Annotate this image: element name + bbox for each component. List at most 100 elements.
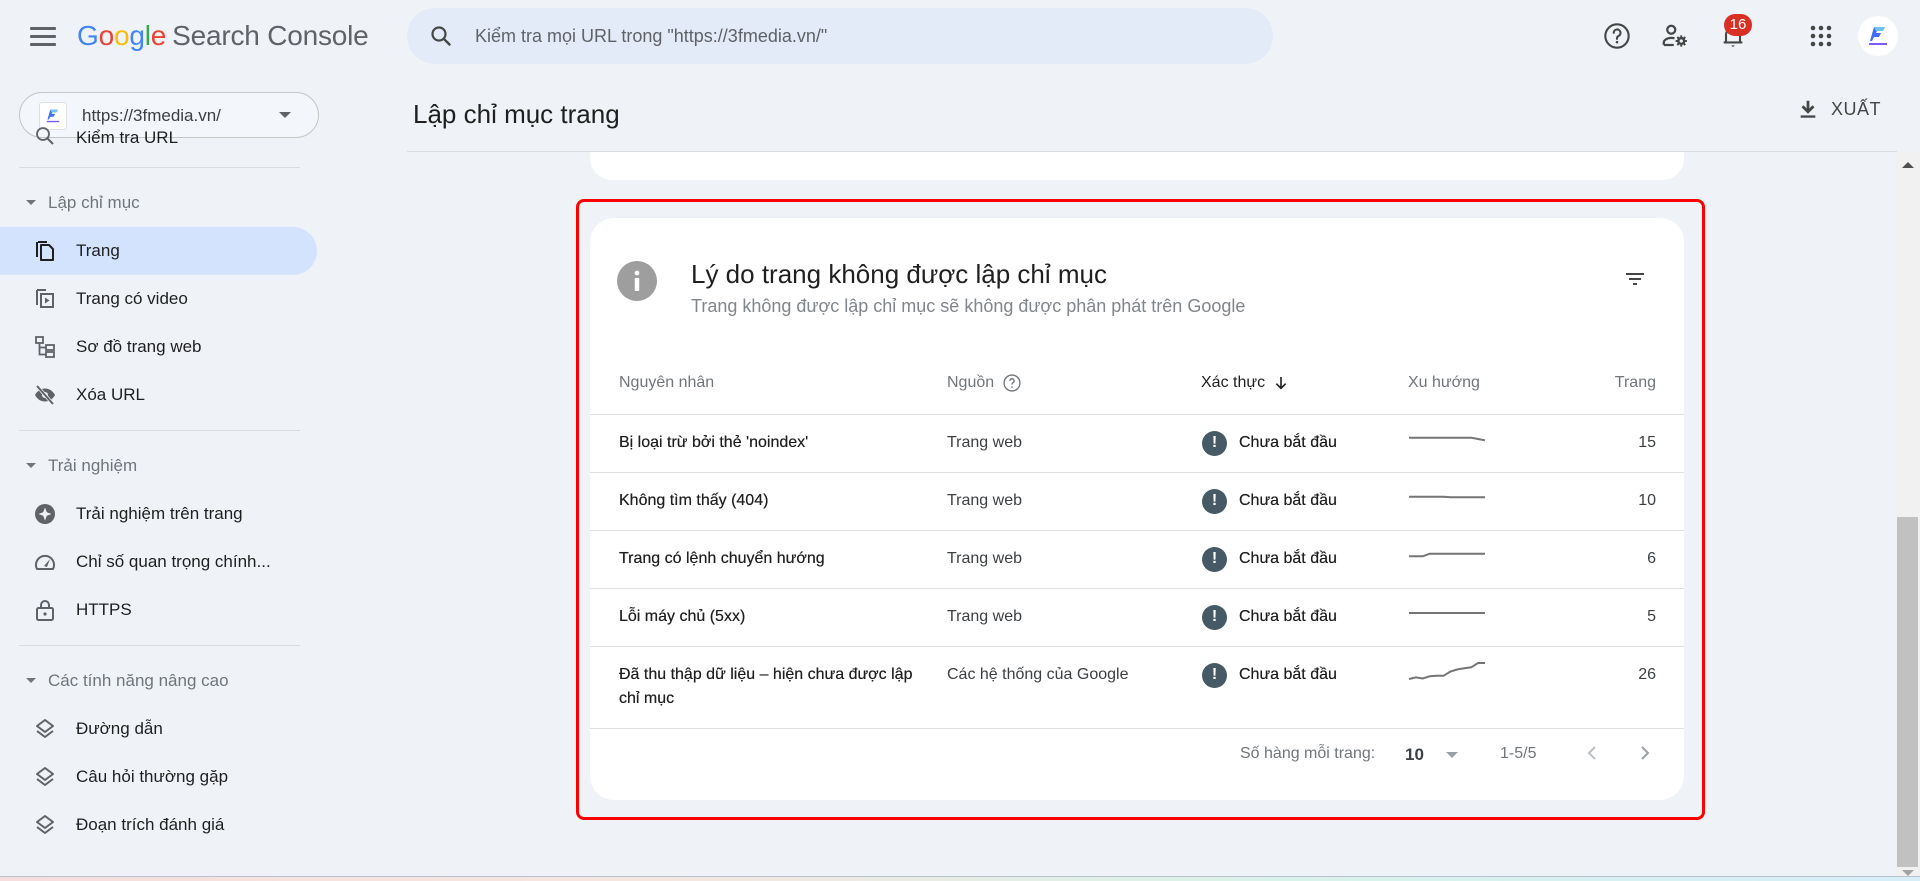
trend-line xyxy=(1408,661,1485,680)
source-cell: Trang web xyxy=(947,472,1201,531)
sidebar-group-indexing[interactable]: Lập chỉ mục xyxy=(0,179,320,227)
sidebar-item-video-pages[interactable]: Trang có video xyxy=(0,275,317,323)
column-header-pages[interactable]: Trang xyxy=(1548,352,1684,415)
filter-icon[interactable] xyxy=(1620,264,1650,294)
validation-cell: ! Chưa bắt đầu xyxy=(1201,414,1408,473)
reason-cell: Trang có lệnh chuyển hướng xyxy=(590,530,947,589)
validation-status: ! Chưa bắt đầu xyxy=(1201,546,1408,572)
sidebar-group-enhancements[interactable]: Các tính năng nâng cao xyxy=(0,657,320,705)
reason-cell: Đã thu thập dữ liệu – hiện chưa được lập… xyxy=(590,646,947,729)
layers-icon xyxy=(36,719,54,738)
previous-page-button[interactable] xyxy=(1576,737,1608,769)
logo-letter: g xyxy=(129,20,145,51)
card-subtitle: Trang không được lập chỉ mục sẽ không đư… xyxy=(691,296,1246,316)
sidebar-item-review-snippets[interactable]: Đoạn trích đánh giá xyxy=(0,801,317,849)
taskbar-edge xyxy=(0,876,1920,881)
pages-count-cell-text: 6 xyxy=(1647,549,1656,567)
pagination-range: 1-5/5 xyxy=(1500,745,1537,762)
url-inspection-input[interactable] xyxy=(475,8,1235,64)
search-icon xyxy=(36,127,54,145)
table-row[interactable]: Không tìm thấy (404) Trang web! Chưa bắt đ… xyxy=(590,472,1684,531)
scrollbar-thumb[interactable] xyxy=(1897,517,1918,867)
scroll-up-arrow-icon[interactable] xyxy=(1902,162,1914,168)
sidebar-item-sitemaps[interactable]: Sơ đồ trang web xyxy=(0,323,317,371)
rows-per-page-value: 10 xyxy=(1405,745,1424,764)
reason-cell-text: Bị loại trừ bởi thẻ 'noindex' xyxy=(619,433,809,451)
group-label: Trải nghiệm xyxy=(48,456,138,475)
apps-grid-icon[interactable] xyxy=(1803,18,1839,54)
table-row[interactable]: Bị loại trừ bởi thẻ 'noindex' Trang web ! C… xyxy=(590,414,1684,473)
export-button[interactable]: XUẤT xyxy=(1797,98,1881,120)
pages-count-cell: 6 xyxy=(1548,530,1684,589)
reason-cell-text: Đã thu thập dữ liệu – hiện chưa được lập… xyxy=(619,665,913,707)
reason-cell: Bị loại trừ bởi thẻ 'noindex' xyxy=(590,414,947,473)
search-icon xyxy=(431,26,451,46)
core-web-vitals-icon xyxy=(35,554,55,570)
export-label: XUẤT xyxy=(1831,98,1882,119)
chevron-left-icon xyxy=(1587,746,1596,760)
brand-logo-icon xyxy=(1869,27,1887,45)
source-cell-text: Trang web xyxy=(947,433,1022,451)
validation-cell: ! Chưa bắt đầu xyxy=(1201,588,1408,647)
chevron-down-icon xyxy=(279,112,291,118)
group-label: Lập chỉ mục xyxy=(48,193,140,212)
sidebar-item-core-web-vitals[interactable]: Chỉ số quan trọng chính... xyxy=(0,538,317,586)
sidebar-item-label: HTTPS xyxy=(76,600,132,619)
admin-settings-icon[interactable] xyxy=(1657,18,1693,54)
validation-status: ! Chưa bắt đầu xyxy=(1201,662,1408,688)
group-label: Các tính năng nâng cao xyxy=(48,671,229,690)
source-cell-text: Trang web xyxy=(947,549,1022,567)
validation-label: Chưa bắt đầu xyxy=(1239,608,1337,625)
trend-sparkline xyxy=(1409,436,1486,441)
sidebar-item-https[interactable]: HTTPS xyxy=(0,586,317,634)
sidebar-item-label: Xóa URL xyxy=(76,385,145,404)
main-menu-icon[interactable] xyxy=(30,24,56,48)
trend-cell xyxy=(1408,588,1548,647)
column-header-trend: Xu hướng xyxy=(1408,352,1548,415)
logo-letter: G xyxy=(77,20,99,51)
sidebar-item-url-inspection[interactable]: Kiểm tra URL xyxy=(0,126,317,156)
video-pages-icon xyxy=(36,289,54,308)
sidebar-item-breadcrumbs[interactable]: Đường dẫn xyxy=(0,705,317,753)
caret-down-icon xyxy=(26,463,36,468)
validation-label: Chưa bắt đầu xyxy=(1239,492,1337,509)
sidebar-item-label: Đoạn trích đánh giá xyxy=(76,815,225,834)
url-inspection-search[interactable] xyxy=(407,8,1273,64)
logo-letter: o xyxy=(113,20,130,51)
sidebar-item-pages[interactable]: Trang xyxy=(0,227,317,275)
page-title: Lập chỉ mục trang xyxy=(413,99,620,129)
validation-status: ! Chưa bắt đầu xyxy=(1201,488,1408,514)
logo-letter: e xyxy=(150,20,167,51)
pages-count-cell: 5 xyxy=(1548,588,1684,647)
caret-down-icon xyxy=(26,200,36,205)
pages-count-cell: 26 xyxy=(1548,646,1684,729)
account-avatar[interactable] xyxy=(1858,16,1898,56)
column-header-validation[interactable]: Xác thực xyxy=(1201,352,1408,415)
sidebar-item-page-experience[interactable]: Trải nghiệm trên trang xyxy=(0,490,317,538)
divider xyxy=(19,167,300,168)
rows-per-page-select[interactable]: 10 xyxy=(1405,738,1475,770)
table-row[interactable]: Trang có lệnh chuyển hướng Trang web ! Chưa… xyxy=(590,530,1684,589)
google-search-console-logo[interactable]: Google Search Console xyxy=(77,20,369,52)
pages-count-cell: 10 xyxy=(1548,472,1684,531)
trend-line xyxy=(1409,436,1486,441)
validation-status: ! Chưa bắt đầu xyxy=(1201,430,1408,456)
help-icon[interactable] xyxy=(1599,18,1635,54)
sidebar-group-experience[interactable]: Trải nghiệm xyxy=(0,442,320,490)
sidebar-item-faq[interactable]: Câu hỏi thường gặp xyxy=(0,753,317,801)
column-header-source[interactable]: Nguồn xyxy=(947,352,1201,415)
sidebar-item-removals[interactable]: Xóa URL xyxy=(0,371,317,419)
table-row[interactable]: Lỗi máy chủ (5xx) Trang web! Chưa bắt đầu 5 xyxy=(590,588,1684,647)
main-scrollbar[interactable] xyxy=(1896,152,1920,881)
next-page-button[interactable] xyxy=(1629,737,1661,769)
source-cell: Trang web xyxy=(947,414,1201,473)
help-icon[interactable] xyxy=(1002,373,1022,393)
source-cell-text: Các hệ thống của Google xyxy=(947,665,1129,683)
validation-label: Chưa bắt đầu xyxy=(1239,434,1337,451)
table-row[interactable]: Đã thu thập dữ liệu – hiện chưa được lập… xyxy=(590,646,1684,729)
column-header-reason[interactable]: Nguyên nhân xyxy=(590,352,947,415)
validation-label: Chưa bắt đầu xyxy=(1239,666,1337,683)
pages-icon xyxy=(36,241,54,261)
caret-down-icon xyxy=(26,678,36,683)
lock-icon xyxy=(36,600,54,621)
